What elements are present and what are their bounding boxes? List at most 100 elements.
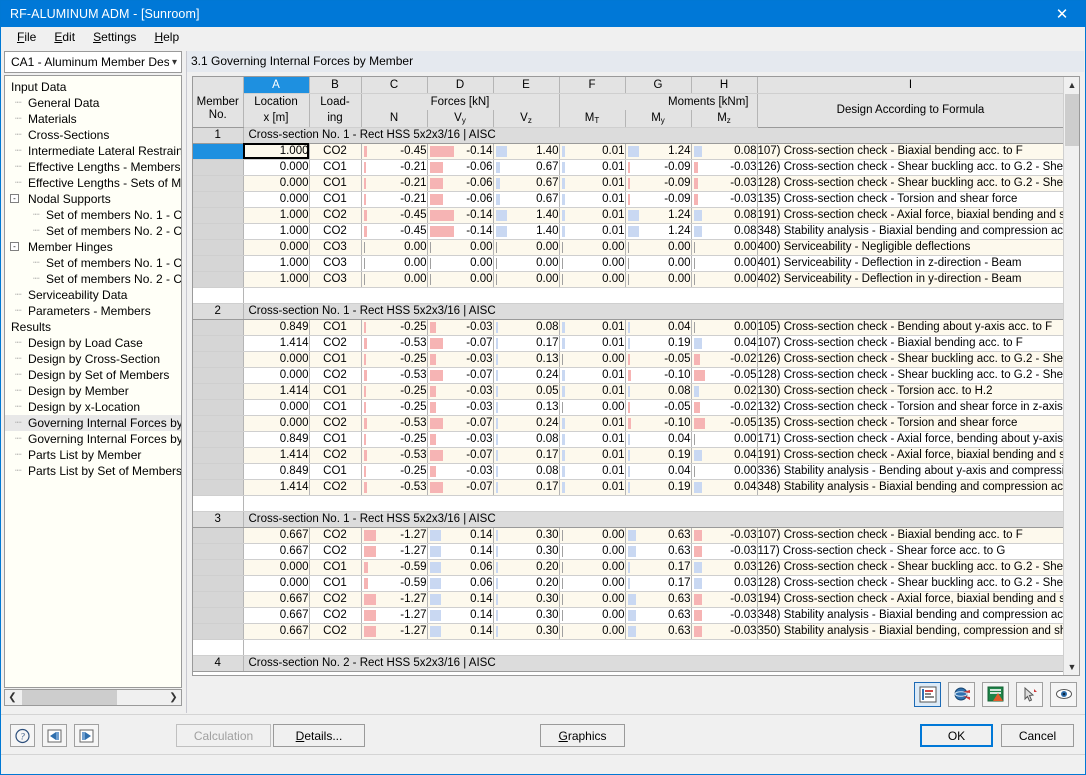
sidebar-item-parts-list-by-member[interactable]: ┈ Parts List by Member (5, 447, 181, 463)
cell-my[interactable]: -0.09 (625, 159, 692, 176)
tree-expander-icon[interactable]: - (10, 194, 19, 203)
cell-vy[interactable]: -0.06 (427, 191, 494, 208)
ok-button[interactable]: OK (920, 724, 993, 747)
cell-mz[interactable]: 0.04 (691, 479, 758, 496)
navigator-tree[interactable]: Input Data ┈ General Data ┈ Materials ┈ Cross-… (4, 75, 182, 688)
cell-loading[interactable]: CO1 (309, 399, 362, 416)
table-row[interactable]: 0.667 CO2 -1.27 0.14 0.30 0.00 0.63 -0.03 194) C… (193, 591, 1065, 608)
cell-vz[interactable]: 0.08 (493, 431, 560, 448)
row-selector[interactable] (193, 463, 244, 480)
cell-n[interactable]: -0.21 (361, 175, 428, 192)
cell-vy[interactable]: -0.07 (427, 447, 494, 464)
sidebar-item-effective-lengths-sets-of-mem[interactable]: ┈ Effective Lengths - Sets of Mem (5, 175, 181, 191)
sidebar-item-effective-lengths-members[interactable]: ┈ Effective Lengths - Members (5, 159, 181, 175)
menu-item-settings[interactable]: Settings (84, 28, 145, 47)
cell-formula[interactable]: 130) Cross-section check - Torsion acc. … (757, 383, 1065, 400)
table-row[interactable]: 1.414 CO2 -0.53 -0.07 0.17 0.01 0.19 0.04 191) C… (193, 447, 1065, 464)
sidebar-item-set-of-members-no-2-cor[interactable]: ┈ Set of members No. 2 - Cor (5, 271, 181, 287)
cell-formula[interactable]: 348) Stability analysis - Biaxial bendin… (757, 479, 1065, 496)
cell-location[interactable]: 1.000 (243, 271, 310, 288)
column-header-E[interactable]: E (493, 77, 560, 94)
sidebar-item-set-of-members-no-2-cor[interactable]: ┈ Set of members No. 2 - Cor (5, 223, 181, 239)
cell-n[interactable]: -0.53 (361, 479, 428, 496)
cell-mt[interactable]: 0.00 (559, 591, 626, 608)
cell-mz[interactable]: 0.00 (691, 255, 758, 272)
cell-vz[interactable]: 0.17 (493, 447, 560, 464)
table-row[interactable]: 0.000 CO1 -0.25 -0.03 0.13 0.00 -0.05 -0.02 132)… (193, 399, 1065, 416)
cell-formula[interactable]: 400) Serviceability - Negligible deflect… (757, 239, 1065, 256)
design-case-combobox[interactable]: CA1 - Aluminum Member Design ▾ (4, 51, 182, 73)
row-selector[interactable] (193, 175, 244, 192)
cell-vz[interactable]: 0.67 (493, 191, 560, 208)
cell-mz[interactable]: 0.08 (691, 223, 758, 240)
cell-location[interactable]: 0.849 (243, 319, 310, 336)
cell-mt[interactable]: 0.01 (559, 415, 626, 432)
cell-mz[interactable]: -0.03 (691, 607, 758, 624)
cell-location[interactable]: 0.667 (243, 543, 310, 560)
menu-item-help[interactable]: Help (145, 28, 188, 47)
navigator-hscroll-thumb[interactable] (22, 690, 117, 705)
cell-vy[interactable]: 0.00 (427, 255, 494, 272)
cell-mt[interactable]: 0.01 (559, 319, 626, 336)
scroll-up-icon[interactable]: ▲ (1064, 77, 1079, 93)
cell-loading[interactable]: CO2 (309, 335, 362, 352)
tree-expander-icon[interactable]: - (10, 242, 19, 251)
cell-mz[interactable]: 0.03 (691, 559, 758, 576)
sidebar-item-design-by-member[interactable]: ┈ Design by Member (5, 383, 181, 399)
row-selector[interactable] (193, 623, 244, 640)
cell-mz[interactable]: -0.03 (691, 191, 758, 208)
cell-vz[interactable]: 0.30 (493, 623, 560, 640)
cell-n[interactable]: -0.53 (361, 367, 428, 384)
row-selector[interactable] (193, 383, 244, 400)
cell-vz[interactable]: 0.67 (493, 159, 560, 176)
cell-my[interactable]: 0.63 (625, 543, 692, 560)
next-module-icon[interactable] (74, 724, 99, 747)
previous-module-icon[interactable] (42, 724, 67, 747)
cell-vz[interactable]: 0.20 (493, 559, 560, 576)
sidebar-item-parts-list-by-set-of-members[interactable]: ┈ Parts List by Set of Members (5, 463, 181, 479)
cell-location[interactable]: 0.000 (243, 175, 310, 192)
cell-location[interactable]: 0.667 (243, 623, 310, 640)
cell-mt[interactable]: 0.01 (559, 463, 626, 480)
cell-n[interactable]: -1.27 (361, 623, 428, 640)
cell-loading[interactable]: CO2 (309, 223, 362, 240)
cell-vy[interactable]: -0.03 (427, 399, 494, 416)
cancel-button[interactable]: Cancel (1001, 724, 1074, 747)
cell-location[interactable]: 0.667 (243, 527, 310, 544)
cell-my[interactable]: -0.05 (625, 351, 692, 368)
row-selector[interactable] (193, 559, 244, 576)
cell-my[interactable]: 0.63 (625, 623, 692, 640)
column-header-I[interactable]: I (757, 77, 1065, 94)
cell-mz[interactable]: -0.03 (691, 159, 758, 176)
cell-formula[interactable]: 135) Cross-section check - Torsion and s… (757, 191, 1065, 208)
row-selector[interactable] (193, 367, 244, 384)
cell-mz[interactable]: -0.05 (691, 367, 758, 384)
cell-mz[interactable]: 0.00 (691, 239, 758, 256)
cell-mt[interactable]: 0.01 (559, 207, 626, 224)
cell-loading[interactable]: CO1 (309, 319, 362, 336)
cell-vy[interactable]: 0.06 (427, 575, 494, 592)
column-header-D[interactable]: D (427, 77, 494, 94)
cell-vz[interactable]: 0.30 (493, 527, 560, 544)
cell-my[interactable]: 0.00 (625, 255, 692, 272)
table-row[interactable]: 0.667 CO2 -1.27 0.14 0.30 0.00 0.63 -0.03 107) C… (193, 527, 1065, 544)
navigator-hscrollbar[interactable]: ❮ ❯ (4, 689, 182, 706)
cell-n[interactable]: -0.25 (361, 351, 428, 368)
column-header-B[interactable]: B (309, 77, 362, 94)
cell-vy[interactable]: -0.14 (427, 207, 494, 224)
cell-n[interactable]: -0.25 (361, 463, 428, 480)
result-diagram-icon[interactable] (914, 681, 941, 707)
cell-mz[interactable]: -0.03 (691, 623, 758, 640)
cell-n[interactable]: 0.00 (361, 255, 428, 272)
cell-vz[interactable]: 0.24 (493, 415, 560, 432)
cell-my[interactable]: 0.00 (625, 271, 692, 288)
cell-n[interactable]: -0.25 (361, 431, 428, 448)
cell-mt[interactable]: 0.00 (559, 575, 626, 592)
cell-loading[interactable]: CO1 (309, 351, 362, 368)
row-selector[interactable] (193, 271, 244, 288)
cell-mz[interactable]: -0.03 (691, 527, 758, 544)
cell-loading[interactable]: CO2 (309, 367, 362, 384)
cell-mt[interactable]: 0.01 (559, 143, 626, 160)
select-in-graphic-icon[interactable] (1016, 681, 1043, 707)
details-button[interactable]: Details... (273, 724, 365, 747)
